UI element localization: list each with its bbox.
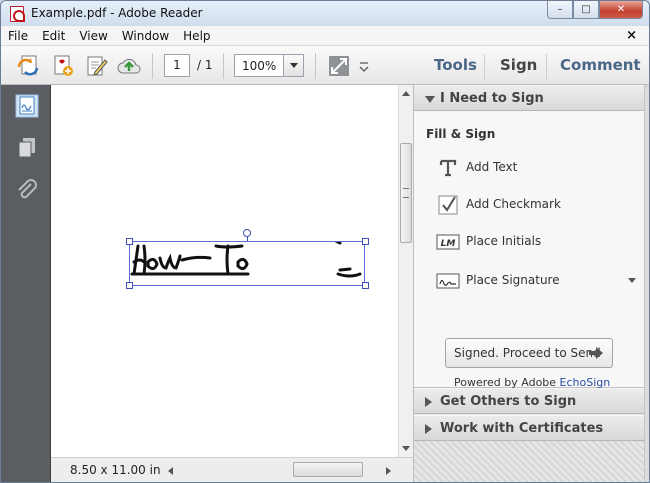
zoom-select[interactable]: 100% [234,54,304,77]
add-text-button[interactable]: Add Text [436,157,636,179]
expand-triangle-icon [425,397,432,407]
proceed-to-send-button[interactable]: Signed. Proceed to Send [445,338,613,368]
menu-window[interactable]: Window [115,29,176,43]
maximize-button[interactable]: □ [573,1,599,19]
scroll-right-icon[interactable] [386,467,391,475]
section-title: Get Others to Sign [440,394,577,409]
place-signature-label: Place Signature [466,273,560,287]
tab-sign[interactable]: Sign [500,56,537,74]
minimize-button[interactable]: – [547,1,573,19]
section-work-with-certificates[interactable]: Work with Certificates [414,415,644,441]
menu-view[interactable]: View [72,29,114,43]
close-icon: ✕ [616,4,626,15]
resize-handle-bottom-left[interactable] [126,282,133,289]
close-window-button[interactable]: ✕ [599,1,643,19]
toolbar: 1 / 1 100% Tools Sign Comment [1,46,649,85]
menu-help[interactable]: Help [176,29,217,43]
toolbar-separator [223,53,224,79]
scrollbar-thumb[interactable] [400,143,412,243]
title-bar: Example.pdf - Adobe Reader – □ ✕ [1,1,649,26]
minimize-icon: – [557,4,563,15]
create-pdf-icon[interactable] [17,54,41,78]
menu-edit[interactable]: Edit [35,29,72,43]
adobe-reader-window: Example.pdf - Adobe Reader – □ ✕ File Ed… [0,0,650,483]
checkmark-icon [438,195,458,215]
page-number-input[interactable]: 1 [164,54,190,77]
section-title: I Need to Sign [440,91,544,106]
chevron-down-icon[interactable] [628,278,636,283]
signature-drawing [130,242,362,278]
resize-handle-bottom-right[interactable] [362,282,369,289]
initials-icon: LM [436,234,460,250]
edit-document-icon[interactable] [85,54,109,78]
scroll-up-icon[interactable] [402,91,410,96]
fill-sign-heading: Fill & Sign [426,127,496,141]
toolbar-separator [152,53,153,79]
initials-glyph: LM [441,239,456,249]
close-document-button[interactable]: × [626,28,637,43]
rotate-handle[interactable] [243,229,251,237]
window-controls: – □ ✕ [547,1,643,19]
place-initials-button[interactable]: LM Place Initials [436,231,636,253]
add-text-label: Add Text [466,160,518,174]
tab-separator [546,54,547,80]
resize-handle-top-right[interactable] [362,238,369,245]
maximize-icon: □ [581,4,591,15]
rotate-handle-stem [247,237,248,241]
chevron-down-icon[interactable] [283,55,303,76]
vertical-scrollbar[interactable] [398,85,413,457]
add-checkmark-label: Add Checkmark [466,197,561,211]
signature-panel-icon[interactable] [15,94,39,118]
proceed-to-send-label: Signed. Proceed to Send [454,346,601,360]
resize-handle-top-left[interactable] [126,238,133,245]
sign-panel: I Need to Sign Fill & Sign Add Text Add … [413,85,649,482]
menu-file[interactable]: File [1,29,35,43]
status-bar: 8.50 x 11.00 in [51,457,413,482]
attachments-icon[interactable] [15,179,39,203]
collapse-triangle-icon [425,96,435,103]
horizontal-scrollbar-thumb[interactable] [293,462,363,477]
full-screen-icon[interactable] [327,54,351,78]
section-title: Work with Certificates [440,421,604,436]
tab-separator [484,54,485,80]
signature-icon [436,273,460,289]
panel-footer-pattern [414,441,644,482]
toolbar-separator [315,53,316,79]
section-i-need-to-sign[interactable]: I Need to Sign [414,85,644,111]
cloud-upload-icon[interactable] [117,54,141,78]
menu-bar: File Edit View Window Help × [1,26,649,46]
customize-toolbar-icon[interactable] [358,54,370,78]
export-pdf-icon[interactable] [51,54,75,78]
section-get-others-to-sign[interactable]: Get Others to Sign [414,388,644,414]
text-tool-icon [439,159,457,177]
scroll-down-icon[interactable] [402,446,410,451]
page-size-label: 8.50 x 11.00 in [70,463,161,477]
tab-comment[interactable]: Comment [560,56,641,74]
signature-selection-box[interactable] [129,241,365,286]
i-need-to-sign-body: Fill & Sign Add Text Add Checkmark LM Pl… [414,111,644,389]
pdf-file-icon [10,6,25,22]
page-total: / 1 [197,58,213,72]
navigation-pane [1,85,51,482]
tab-tools[interactable]: Tools [434,56,477,74]
expand-triangle-icon [425,424,432,434]
place-initials-label: Place Initials [466,234,542,248]
panel-edge [644,85,649,482]
zoom-value: 100% [242,59,277,73]
scroll-left-icon[interactable] [168,467,173,475]
window-title: Example.pdf - Adobe Reader [31,6,203,20]
place-signature-button[interactable]: Place Signature [436,270,636,292]
add-checkmark-button[interactable]: Add Checkmark [436,194,636,216]
page-thumbnails-icon[interactable] [15,136,39,160]
arrow-right-icon [589,347,603,359]
